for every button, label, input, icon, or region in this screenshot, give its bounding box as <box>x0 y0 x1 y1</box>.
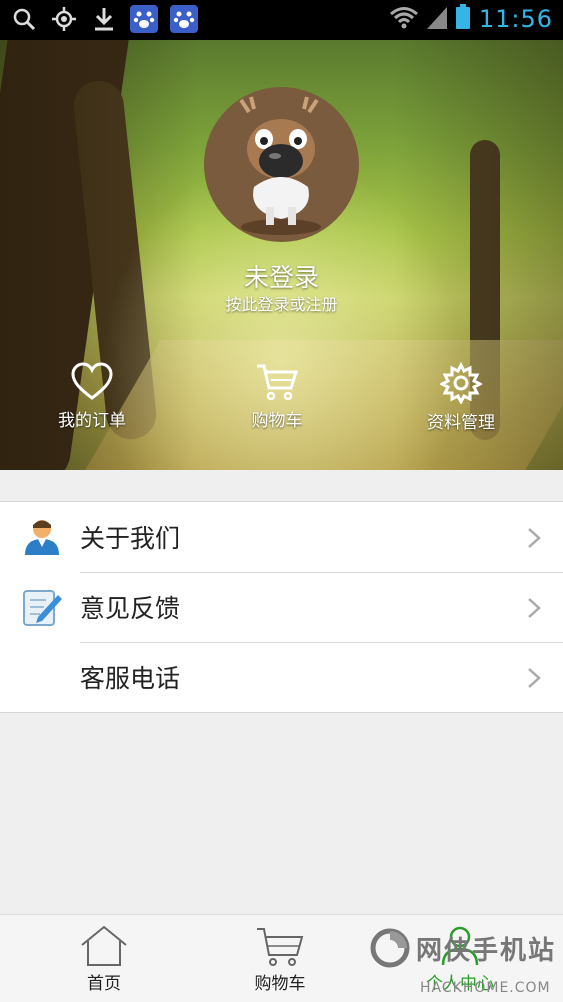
menu-item-label: 关于我们 <box>80 524 181 553</box>
menu-list: 关于我们 意见反馈 客服电话 <box>0 501 563 713</box>
cart-label: 购物车 <box>251 411 303 431</box>
menu-item-label: 客服电话 <box>80 664 181 693</box>
chevron-right-icon <box>528 668 541 688</box>
menu-item-about-us[interactable]: 关于我们 <box>0 502 563 572</box>
profile-settings-label: 资料管理 <box>427 413 495 433</box>
my-orders-label: 我的订单 <box>58 411 126 431</box>
cart-icon <box>257 364 299 401</box>
home-icon <box>81 925 127 966</box>
avatar[interactable] <box>204 87 359 242</box>
search-icon <box>10 5 38 33</box>
my-orders-button[interactable]: 我的订单 <box>27 362 157 431</box>
cart-button[interactable]: 购物车 <box>212 362 342 431</box>
cart-icon <box>257 928 304 966</box>
login-subtitle[interactable]: 按此登录或注册 <box>0 291 563 315</box>
baidu-paw-icon <box>130 5 158 33</box>
location-icon <box>50 5 78 33</box>
menu-item-feedback[interactable]: 意见反馈 <box>0 572 563 642</box>
watermark-text: 网侠手机站 <box>416 935 557 966</box>
watermark-sub: HACKHOME.COM <box>420 980 551 996</box>
nav-cart-label: 购物车 <box>254 974 306 994</box>
edit-note-icon <box>22 587 62 627</box>
battery-icon <box>455 4 471 34</box>
profile-header: 未登录 按此登录或注册 我的订单 购物车 资料管理 <box>0 40 563 470</box>
profile-settings-button[interactable]: 资料管理 <box>396 362 526 433</box>
nav-home[interactable]: 首页 <box>44 925 164 994</box>
login-title[interactable]: 未登录 <box>0 258 563 294</box>
watermark-logo-icon <box>370 928 410 968</box>
chevron-right-icon <box>528 528 541 548</box>
menu-item-label: 意见反馈 <box>80 594 181 623</box>
baidu-paw-icon <box>170 5 198 33</box>
nav-home-label: 首页 <box>87 974 121 994</box>
chevron-right-icon <box>528 598 541 618</box>
person-icon <box>22 517 62 557</box>
watermark: 网侠手机站 <box>370 928 556 968</box>
signal-icon <box>426 5 447 33</box>
gear-icon <box>440 362 482 404</box>
download-icon <box>90 5 118 33</box>
nav-cart[interactable]: 购物车 <box>220 925 340 994</box>
wifi-icon <box>389 5 419 33</box>
status-bar: 11:56 <box>0 0 563 40</box>
menu-item-customer-service[interactable]: 客服电话 <box>0 642 563 712</box>
clock: 11:56 <box>478 5 553 33</box>
heart-icon <box>71 362 113 400</box>
